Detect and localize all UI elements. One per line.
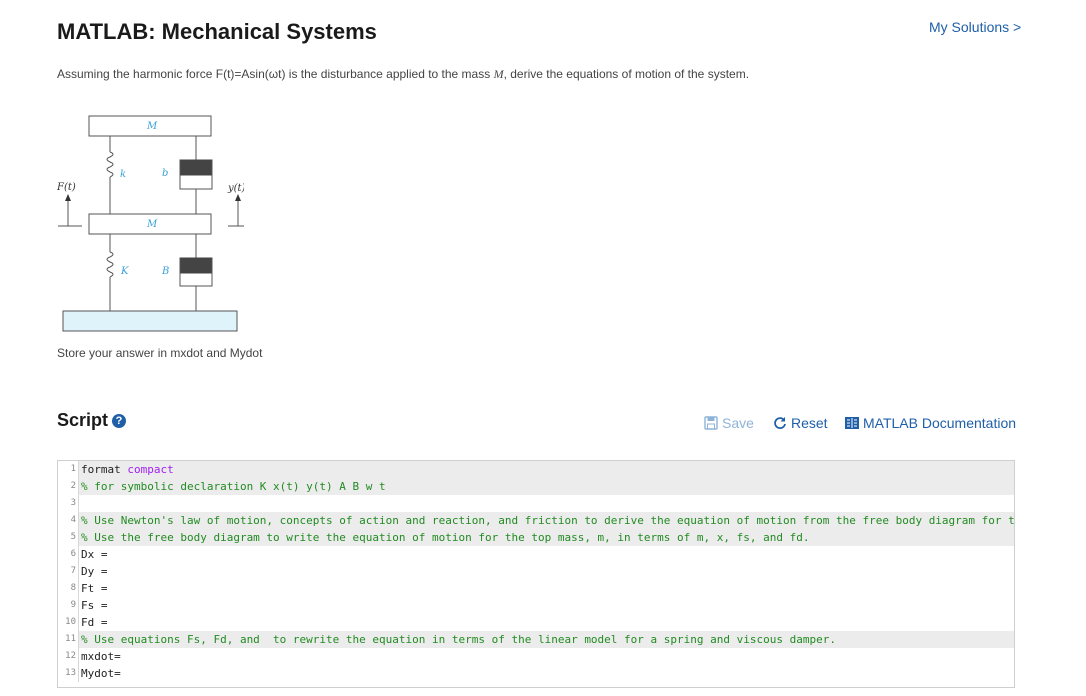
- code-text[interactable]: [79, 495, 1014, 512]
- force-arrow: [58, 200, 82, 227]
- prompt-text-after: , derive the equations of motion of the …: [503, 67, 750, 81]
- force-arrowhead: [65, 194, 71, 201]
- problem-statement: Assuming the harmonic force F(t)=Asin(ωt…: [57, 67, 749, 82]
- line-number: 12: [58, 648, 79, 665]
- code-line[interactable]: 1 format compact: [58, 461, 1014, 478]
- line-number: 9: [58, 597, 79, 614]
- code-content: % Use Newton's law of motion, concepts o…: [81, 514, 1014, 527]
- code-editor[interactable]: 1 format compact 2% for symbolic declarati…: [57, 460, 1015, 688]
- code-text[interactable]: Fs =: [79, 597, 1014, 614]
- line-number: 4: [58, 512, 79, 529]
- middle-mass-label: M: [146, 219, 158, 230]
- line-number: 13: [58, 665, 79, 682]
- code-line[interactable]: 2% for symbolic declaration K x(t) y(t) …: [58, 478, 1014, 495]
- code-text[interactable]: Dx =: [79, 546, 1014, 563]
- code-line[interactable]: 6 Dx =: [58, 546, 1014, 563]
- K-label: K: [120, 266, 129, 277]
- prompt-text-before: Assuming the harmonic force F(t)=Asin(ωt…: [57, 67, 494, 81]
- code-text[interactable]: Fd =: [79, 614, 1014, 631]
- force-label: F(t): [56, 182, 76, 193]
- displacement-label: y(t): [227, 183, 244, 194]
- code-line[interactable]: 5% Use the free body diagram to write th…: [58, 529, 1014, 546]
- line-number: 1: [58, 461, 79, 478]
- script-heading: Script?: [57, 410, 127, 431]
- lower-damper-piston: [179, 257, 213, 274]
- line-number: 3: [58, 495, 79, 512]
- line-number: 8: [58, 580, 79, 597]
- code-content: Dx =: [81, 548, 108, 561]
- reset-icon: [774, 417, 786, 429]
- displacement-arrowhead: [235, 194, 241, 201]
- code-content: format: [81, 463, 128, 476]
- code-line[interactable]: 7 Dy =: [58, 563, 1014, 580]
- code-text[interactable]: Ft =: [79, 580, 1014, 597]
- mechanical-system-diagram: M M k b K B F(t) y(t): [56, 115, 244, 332]
- save-label: Save: [722, 415, 754, 431]
- code-line[interactable]: 12 mxdot=: [58, 648, 1014, 665]
- code-line[interactable]: 4% Use Newton's law of motion, concepts …: [58, 512, 1014, 529]
- code-content: Ft =: [81, 582, 108, 595]
- k-label: k: [120, 169, 126, 180]
- displacement-arrow: [228, 200, 244, 227]
- save-icon: [704, 416, 718, 430]
- code-content: Fd =: [81, 616, 108, 629]
- matlab-documentation-button[interactable]: MATLAB Documentation: [845, 415, 1016, 431]
- code-string: compact: [127, 463, 174, 476]
- reset-label: Reset: [791, 415, 828, 431]
- lower-spring: [106, 234, 114, 311]
- code-line[interactable]: 10 Fd =: [58, 614, 1014, 631]
- book-icon: [845, 417, 859, 429]
- line-number: 11: [58, 631, 79, 648]
- top-mass-label: M: [146, 121, 158, 132]
- code-content: % Use equations Fs, Fd, and to rewrite t…: [81, 633, 836, 646]
- code-line[interactable]: 3: [58, 495, 1014, 512]
- script-title: Script: [57, 410, 109, 430]
- ground-block: [62, 310, 238, 332]
- prompt-mass-symbol: M: [493, 67, 504, 81]
- line-number: 5: [58, 529, 79, 546]
- b-label: b: [162, 168, 168, 179]
- my-solutions-link[interactable]: My Solutions >: [929, 19, 1021, 35]
- code-text[interactable]: % for symbolic declaration K x(t) y(t) A…: [79, 478, 1014, 495]
- help-icon[interactable]: ?: [112, 414, 127, 428]
- code-text[interactable]: % Use the free body diagram to write the…: [79, 529, 1014, 546]
- code-content: % Use the free body diagram to write the…: [81, 531, 810, 544]
- save-button[interactable]: Save: [704, 415, 754, 431]
- code-content: Fs =: [81, 599, 108, 612]
- line-number: 7: [58, 563, 79, 580]
- code-text[interactable]: Dy =: [79, 563, 1014, 580]
- line-number: 6: [58, 546, 79, 563]
- code-text[interactable]: mxdot=: [79, 648, 1014, 665]
- code-line[interactable]: 8 Ft =: [58, 580, 1014, 597]
- code-line[interactable]: 9 Fs =: [58, 597, 1014, 614]
- code-text[interactable]: Mydot=: [79, 665, 1014, 682]
- code-text[interactable]: % Use Newton's law of motion, concepts o…: [79, 512, 1014, 529]
- code-text[interactable]: format compact: [79, 461, 1014, 478]
- documentation-label: MATLAB Documentation: [863, 415, 1017, 431]
- code-content: mxdot=: [81, 650, 121, 663]
- code-line[interactable]: 11% Use equations Fs, Fd, and to rewrite…: [58, 631, 1014, 648]
- code-text[interactable]: % Use equations Fs, Fd, and to rewrite t…: [79, 631, 1014, 648]
- code-line[interactable]: 13 Mydot=: [58, 665, 1014, 682]
- reset-button[interactable]: Reset: [773, 415, 828, 431]
- code-content: Mydot=: [81, 667, 121, 680]
- line-number: 2: [58, 478, 79, 495]
- store-instructions: Store your answer in mxdot and Mydot: [57, 346, 263, 360]
- upper-damper-piston: [179, 159, 213, 176]
- code-content: % for symbolic declaration K x(t) y(t) A…: [81, 480, 386, 493]
- upper-spring: [106, 136, 114, 214]
- B-label: B: [161, 266, 169, 277]
- page-title: MATLAB: Mechanical Systems: [57, 19, 377, 44]
- line-number: 10: [58, 614, 79, 631]
- code-content: Dy =: [81, 565, 108, 578]
